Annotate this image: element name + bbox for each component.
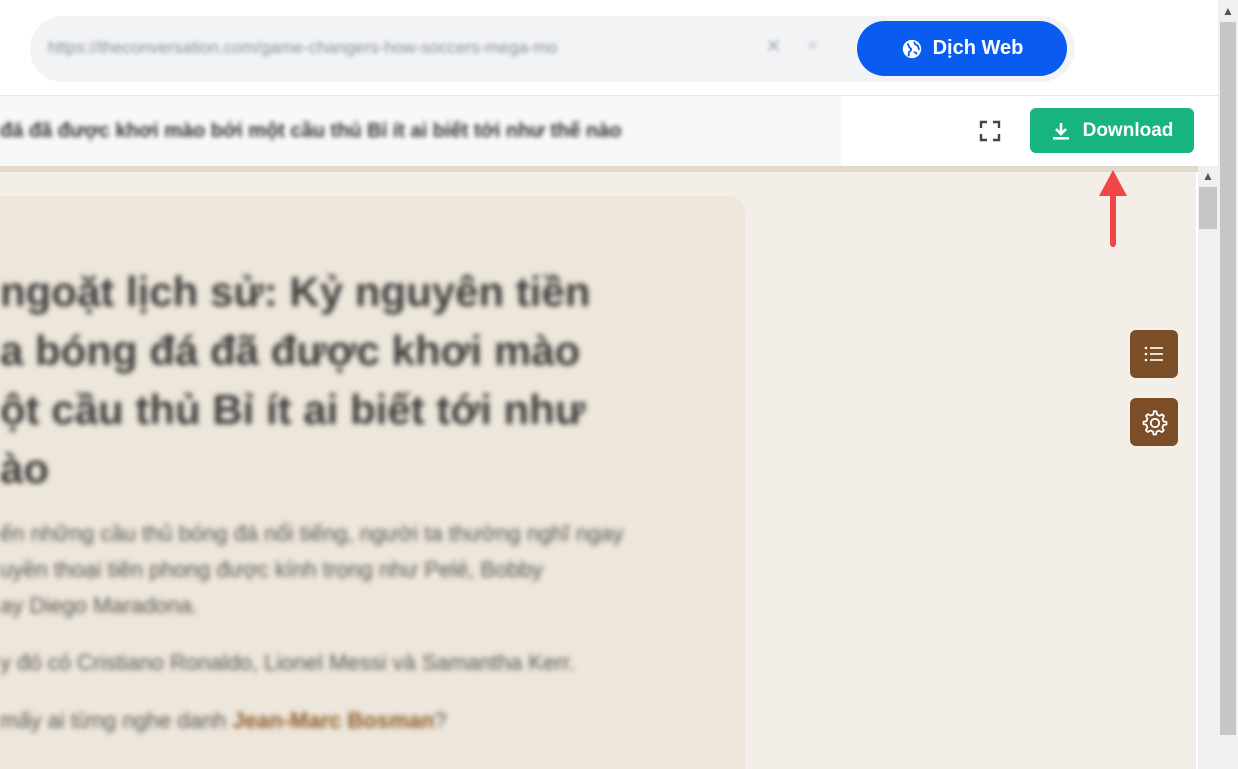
- globe-icon: [902, 39, 921, 58]
- paragraph-1-line-2: uyền thoại tiên phong được kính trọng nh…: [0, 557, 543, 582]
- search-icon[interactable]: ⌕: [808, 34, 818, 55]
- content-scrollbar-thumb[interactable]: [1199, 187, 1217, 229]
- headline-line-2: a bóng đá đã được khơi mào: [0, 327, 581, 374]
- headline-line-1: ngoặt lịch sử: Kỷ nguyên tiền: [0, 268, 591, 315]
- bosman-link[interactable]: Jean-Marc Bosman: [232, 708, 434, 733]
- window-scrollbar-thumb[interactable]: [1220, 22, 1236, 735]
- translate-web-label: Dịch Web: [932, 37, 1024, 59]
- download-icon: [1052, 122, 1069, 140]
- paragraph-3-text: mấy ai từng nghe danh: [0, 708, 233, 733]
- content-scrollbar[interactable]: [1198, 166, 1218, 769]
- list-icon: [1144, 346, 1163, 362]
- settings-button[interactable]: [1130, 398, 1178, 446]
- fullscreen-icon[interactable]: [979, 120, 1001, 142]
- translate-web-button[interactable]: Dịch Web: [857, 21, 1067, 76]
- gear-icon: [1142, 410, 1168, 436]
- top-bar: https://theconversation.com/game-changer…: [0, 0, 1218, 95]
- paragraph-1-line-3: ay Diego Maradona.: [0, 593, 199, 618]
- clear-url-icon[interactable]: ✕: [766, 36, 781, 57]
- red-arrow-annotation: [1099, 170, 1127, 247]
- paragraph-3: mấy ai từng nghe danh Jean-Marc Bosman?: [0, 703, 446, 739]
- reader-title-area: đá đã được khơi mào bởi một cầu thủ Bỉ í…: [0, 96, 841, 166]
- url-text[interactable]: https://theconversation.com/game-changer…: [48, 38, 748, 58]
- article-headline: ngoặt lịch sử: Kỷ nguyên tiền a bóng đá …: [0, 262, 720, 498]
- download-label: Download: [1082, 119, 1174, 141]
- headline-line-3: ột cầu thủ Bỉ ít ai biết tới như: [0, 386, 586, 433]
- paragraph-2: y đó có Cristiano Ronaldo, Lionel Messi …: [0, 650, 575, 675]
- headline-line-4: ào: [0, 445, 50, 492]
- content-divider: [0, 166, 1198, 172]
- download-button[interactable]: Download: [1030, 108, 1194, 153]
- window-scroll-up-icon[interactable]: ▲: [1218, 0, 1238, 20]
- paragraph-3-end: ?: [434, 708, 447, 733]
- content-scroll-up-icon[interactable]: ▲: [1198, 166, 1218, 186]
- table-of-contents-button[interactable]: [1130, 330, 1178, 378]
- reader-title: đá đã được khơi mào bởi một cầu thủ Bỉ í…: [0, 120, 622, 142]
- paragraph-1-line-1: ến những cầu thủ bóng đá nổi tiếng, ngườ…: [0, 521, 624, 546]
